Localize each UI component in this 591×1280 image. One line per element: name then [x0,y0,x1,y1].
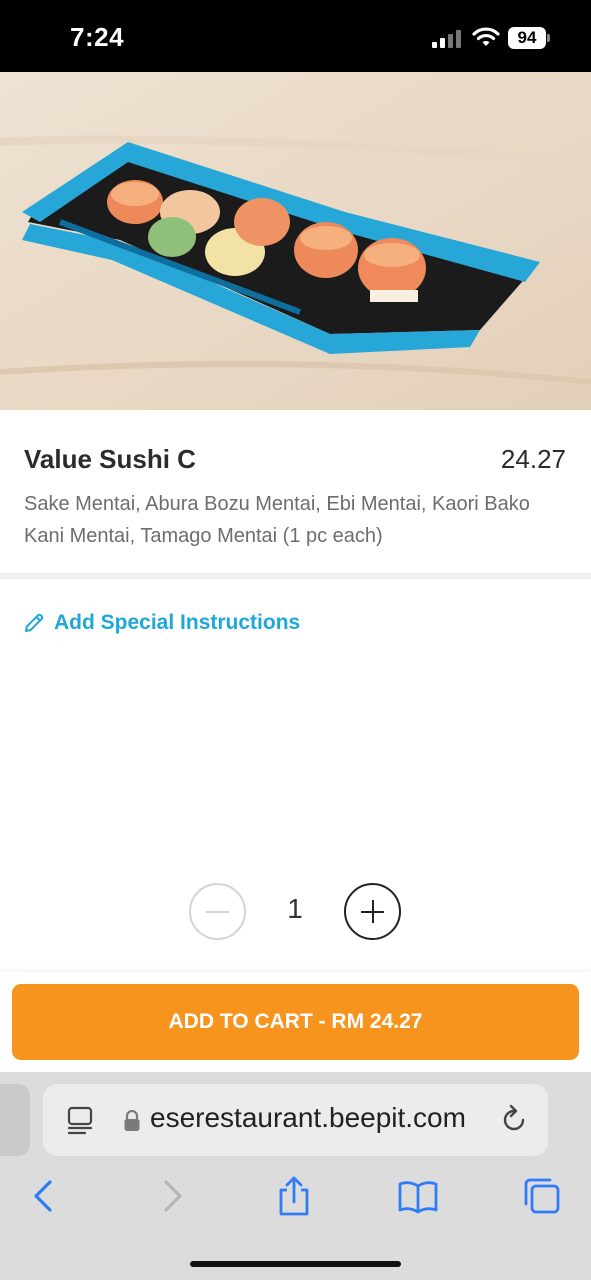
decrease-quantity-button[interactable] [189,883,246,940]
status-bar: 7:24 94 [0,0,591,72]
product-price: 24.27 [500,444,566,474]
product-name: Value Sushi C [24,444,196,474]
reload-icon[interactable] [498,1104,530,1136]
battery-icon: 94 [508,27,550,49]
lock-icon [124,1110,140,1131]
add-special-instructions-link[interactable]: Add Special Instructions [22,606,300,640]
wifi-icon [472,27,500,46]
section-divider [0,573,591,579]
url-text: eserestaurant.beepit.com [150,1102,466,1133]
add-special-instructions-label: Add Special Instructions [54,611,301,634]
tabs-icon[interactable] [522,1176,562,1216]
cart-footer: ADD TO CART - RM 24.27 [0,972,591,1072]
reader-view-icon[interactable] [65,1106,95,1136]
pencil-icon [25,613,44,632]
battery-tip [547,34,550,42]
previous-tab-preview[interactable] [0,1084,30,1156]
increase-quantity-button[interactable] [344,883,401,940]
quantity-value: 1 [287,893,303,924]
forward-icon[interactable] [152,1176,192,1216]
status-time: 7:24 [70,22,125,52]
product-image [0,72,591,410]
add-to-cart-button[interactable]: ADD TO CART - RM 24.27 [12,984,579,1060]
product-description: Sake Mentai, Abura Bozu Mentai, Ebi Ment… [24,493,530,547]
cellular-signal-icon [432,30,461,48]
browser-toolbar: eserestaurant.beepit.com [0,1072,591,1280]
bookmarks-icon[interactable] [398,1176,438,1216]
back-icon[interactable] [24,1176,64,1216]
address-bar[interactable]: eserestaurant.beepit.com [43,1084,548,1156]
product-info: Value Sushi C 24.27 Sake Mentai, Abura B… [0,410,591,574]
home-indicator[interactable] [190,1261,401,1267]
battery-level: 94 [508,27,546,49]
share-icon[interactable] [274,1176,314,1216]
